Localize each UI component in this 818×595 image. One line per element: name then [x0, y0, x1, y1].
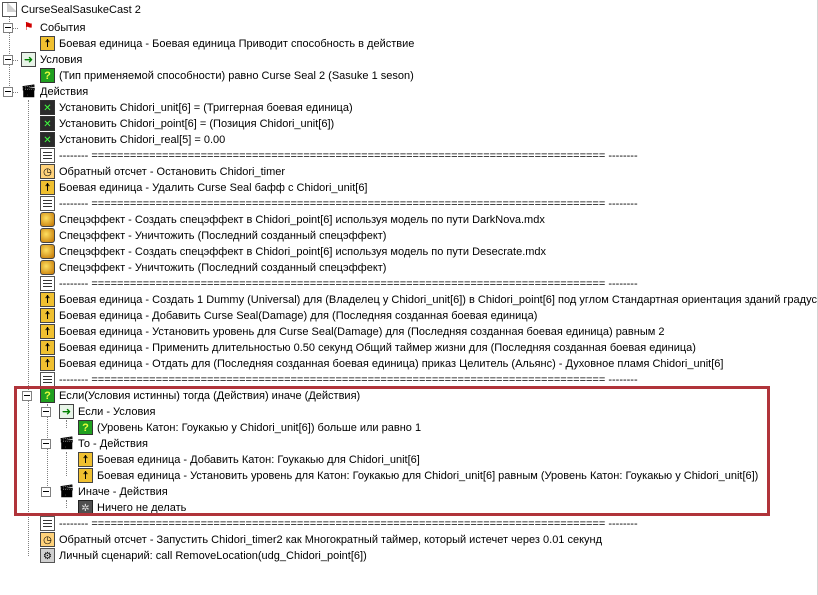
collapse-toggle[interactable] — [3, 23, 13, 33]
unit-figure-icon: ☨ — [40, 308, 55, 323]
red-flag-icon: ⚑ — [23, 21, 34, 33]
comment-lines-icon — [40, 516, 55, 531]
special-effect-icon — [40, 212, 55, 227]
timer-clock-icon: ◷ — [40, 164, 55, 179]
collapse-toggle[interactable] — [3, 87, 13, 97]
highlight-box — [14, 386, 770, 516]
clapperboard-icon: 🎬︎ — [21, 84, 36, 98]
trigger-name: CurseSealSasukeCast 2 — [21, 4, 141, 16]
special-effect-icon — [40, 260, 55, 275]
comment-lines-icon — [40, 196, 55, 211]
timer-clock-icon: ◷ — [40, 532, 55, 547]
set-variable-icon: ✕ — [40, 116, 55, 131]
special-effect-icon — [40, 228, 55, 243]
trigger-tree: CurseSealSasukeCast 2 ⚑ События ☨ Боевая… — [0, 0, 818, 595]
unit-figure-icon: ☨ — [40, 340, 55, 355]
question-mark-icon: ? — [40, 68, 55, 83]
unit-figure-icon: ☨ — [40, 292, 55, 307]
green-check-document-icon: ➜ — [21, 52, 36, 67]
comment-lines-icon — [40, 276, 55, 291]
trigger-file-icon — [2, 2, 17, 17]
collapse-toggle[interactable] — [3, 55, 13, 65]
unit-figure-icon: ☨ — [40, 180, 55, 195]
unit-figure-icon: ☨ — [40, 36, 55, 51]
set-variable-icon: ✕ — [40, 100, 55, 115]
comment-lines-icon — [40, 148, 55, 163]
set-variable-icon: ✕ — [40, 132, 55, 147]
comment-lines-icon — [40, 372, 55, 387]
custom-script-icon: ⚙ — [40, 548, 55, 563]
unit-figure-icon: ☨ — [40, 324, 55, 339]
unit-figure-icon: ☨ — [40, 356, 55, 371]
special-effect-icon — [40, 244, 55, 259]
